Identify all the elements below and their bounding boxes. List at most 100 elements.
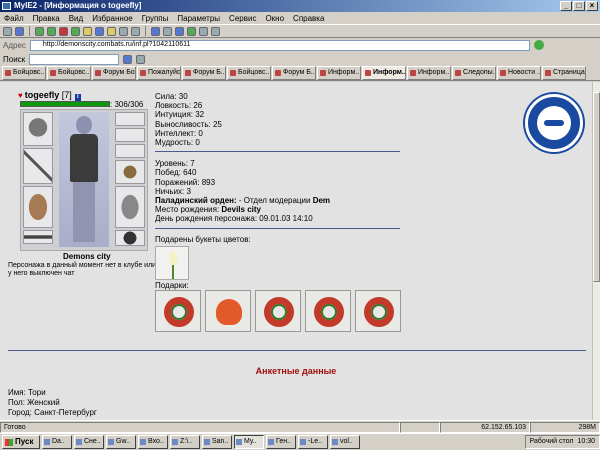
menu-tools[interactable]: Сервис	[229, 14, 256, 23]
info-icon[interactable]: i	[74, 94, 81, 101]
menu-groups[interactable]: Группы	[142, 14, 169, 23]
task-button[interactable]: Сне..	[74, 435, 104, 449]
hp-bar	[20, 101, 110, 107]
character-panel	[20, 109, 148, 251]
history-icon[interactable]	[119, 26, 128, 36]
earring-slot[interactable]	[115, 112, 145, 126]
tab-fightclub-3[interactable]: Бойцовс..	[227, 66, 271, 80]
weapon-slot[interactable]	[23, 148, 53, 184]
bracer-slot[interactable]	[115, 144, 145, 158]
tab-info-1[interactable]: Информ..	[317, 66, 361, 80]
tab-tracker[interactable]: Следопы..	[452, 66, 496, 80]
helmet-slot[interactable]	[23, 112, 53, 146]
status-ip: 62.152.65.103	[440, 421, 530, 433]
script-toggle-icon[interactable]	[175, 26, 184, 36]
stem-icon	[172, 265, 174, 279]
belt-slot[interactable]	[23, 230, 53, 244]
tab-news[interactable]: Новости ..	[497, 66, 541, 80]
stat-losses: Поражений: 893	[155, 177, 216, 187]
profile-heading: Анкетные данные	[255, 366, 337, 376]
boots-icon	[116, 231, 144, 245]
section-divider	[8, 350, 586, 351]
amulet-slot[interactable]	[115, 128, 145, 142]
vertical-scrollbar[interactable]	[592, 82, 600, 420]
image-toggle-icon[interactable]	[163, 26, 172, 36]
start-button[interactable]: Пуск	[2, 435, 40, 449]
tab-fightclub-2[interactable]: Бойцовс..	[47, 66, 91, 80]
gifts-list	[155, 290, 401, 332]
address-input[interactable]: http://demonscity.combats.ru/inf.pl?1042…	[29, 39, 530, 51]
task-button[interactable]: San..	[202, 435, 232, 449]
menu-help[interactable]: Справка	[293, 14, 324, 23]
minimize-button[interactable]: _	[560, 1, 572, 11]
menu-window[interactable]: Окно	[265, 14, 284, 23]
gift-item[interactable]	[155, 290, 201, 332]
highlight-icon[interactable]	[136, 54, 146, 64]
refresh-icon[interactable]	[71, 26, 80, 36]
menu-file[interactable]: Файл	[4, 14, 24, 23]
toolbar	[0, 25, 600, 38]
close-button[interactable]: ×	[586, 1, 598, 11]
sword-icon	[24, 149, 52, 183]
forward-icon[interactable]	[47, 26, 56, 36]
maximize-button[interactable]: □	[573, 1, 585, 11]
save-icon[interactable]	[15, 26, 24, 36]
stat-intuition: Интуиция: 32	[155, 110, 205, 120]
menu-options[interactable]: Параметры	[177, 14, 220, 23]
popup-filter-icon[interactable]	[151, 26, 160, 36]
armor-slot[interactable]	[23, 186, 53, 228]
search-icon[interactable]	[95, 26, 104, 36]
task-button[interactable]: -Le..	[298, 435, 328, 449]
gift-item[interactable]	[255, 290, 301, 332]
tab-info-active[interactable]: Информ..	[362, 66, 406, 80]
system-tray: Рабочий стол 10:30	[524, 435, 600, 449]
tab-forum-1[interactable]: Форум Бойц..	[92, 66, 136, 80]
print-icon[interactable]	[131, 26, 140, 36]
task-button[interactable]: vol..	[330, 435, 360, 449]
search-go-icon[interactable]	[123, 54, 133, 64]
tab-forum-3[interactable]: Форум Б..	[272, 66, 316, 80]
back-icon[interactable]	[35, 26, 44, 36]
stat-strength: Сила: 30	[155, 92, 188, 101]
search-input[interactable]	[29, 53, 120, 65]
stop-icon[interactable]	[59, 26, 68, 36]
gift-item[interactable]	[205, 290, 251, 332]
tab-fightclub-1[interactable]: Бойцовс..	[2, 66, 46, 80]
go-icon[interactable]	[533, 40, 544, 50]
task-button[interactable]: Gw..	[106, 435, 136, 449]
address-label: Адрес	[3, 40, 26, 50]
task-button[interactable]: Z:\..	[170, 435, 200, 449]
task-button[interactable]: Da..	[42, 435, 72, 449]
tab-page[interactable]: Страница па..	[542, 66, 586, 80]
proxy-icon[interactable]	[187, 26, 196, 36]
desktop-toolbar-label[interactable]: Рабочий стол	[530, 436, 574, 448]
scrollbar-thumb[interactable]	[593, 92, 600, 282]
gloves-slot[interactable]	[115, 160, 145, 184]
birthplace-line: Место рождения: Devils city	[155, 205, 261, 215]
new-icon[interactable]	[3, 26, 12, 36]
favorites-icon[interactable]	[107, 26, 116, 36]
tab-please[interactable]: Пожалуйста ..	[137, 66, 181, 80]
menu-edit[interactable]: Правка	[33, 14, 60, 23]
task-button-active[interactable]: My..	[234, 435, 264, 449]
bouquet-item[interactable]	[155, 246, 189, 280]
tab-info-3[interactable]: Информ..	[407, 66, 451, 80]
menu-favorites[interactable]: Избранное	[92, 14, 133, 23]
tab-forum-2[interactable]: Форум Б..	[182, 66, 226, 80]
task-button[interactable]: Ген..	[266, 435, 296, 449]
status-memory: 298M	[530, 421, 600, 433]
zoom-icon[interactable]	[199, 26, 208, 36]
gift-item[interactable]	[355, 290, 401, 332]
order-line: Паладинский орден: - Отдел модерации Dem	[155, 196, 331, 206]
profile-city: Город: Санкт-Петербург	[8, 408, 97, 417]
home-icon[interactable]	[83, 26, 92, 36]
boots-slot[interactable]	[115, 230, 145, 246]
taskbar: Пуск Da.. Сне.. Gw.. Вхо.. Z:\.. San.. M…	[0, 433, 600, 450]
task-button[interactable]: Вхо..	[138, 435, 168, 449]
toolbar-separator	[29, 26, 30, 36]
gift-item[interactable]	[305, 290, 351, 332]
shield-slot[interactable]	[115, 186, 145, 228]
birthday-line: День рождения персонажа: 09.01.03 14:10	[155, 214, 313, 224]
fullscreen-icon[interactable]	[211, 26, 220, 36]
menu-view[interactable]: Вид	[69, 14, 83, 23]
